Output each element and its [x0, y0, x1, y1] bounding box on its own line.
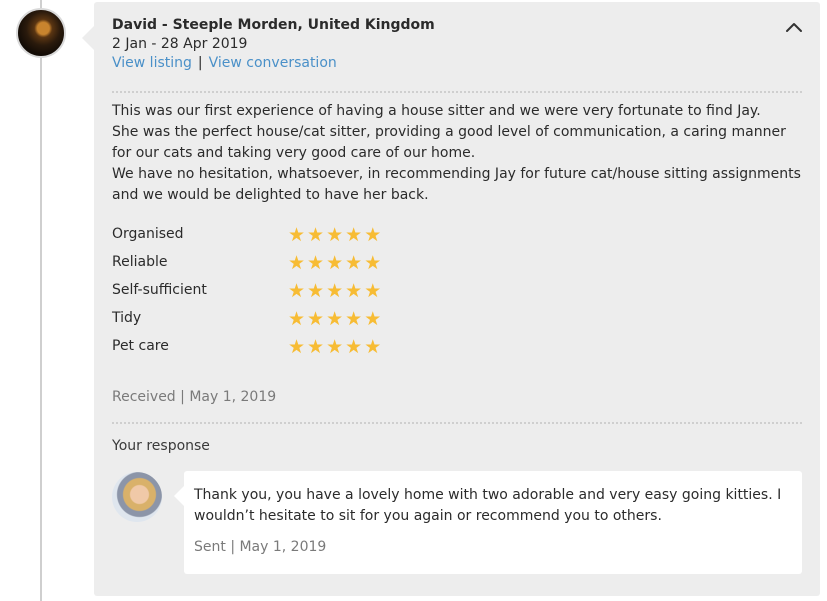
- ratings-list: Organised ★★★★★ Reliable ★★★★★ Self-suff…: [112, 224, 412, 364]
- link-separator: |: [197, 55, 203, 71]
- star-icon: ★: [364, 224, 384, 246]
- star-icon: ★: [326, 336, 346, 358]
- review-dates: 2 Jan - 28 Apr 2019: [112, 36, 248, 52]
- divider: [112, 422, 802, 424]
- star-icon: ★: [307, 252, 327, 274]
- star-icon: ★: [326, 224, 346, 246]
- rating-row-reliable: Reliable ★★★★★: [112, 252, 412, 280]
- bubble-pointer: [174, 486, 184, 506]
- star-icon: ★: [288, 336, 308, 358]
- responder-avatar: [112, 472, 162, 522]
- rating-label: Organised: [112, 226, 184, 242]
- star-icon: ★: [288, 308, 308, 330]
- star-icon: ★: [345, 280, 365, 302]
- rating-label: Pet care: [112, 338, 169, 354]
- star-icon: ★: [364, 336, 384, 358]
- star-icon: ★: [345, 224, 365, 246]
- divider: [112, 91, 802, 93]
- star-icon: ★: [307, 308, 327, 330]
- response-text: Thank you, you have a lovely home with t…: [194, 487, 782, 524]
- star-icon: ★: [288, 280, 308, 302]
- review-text: This was our first experience of having …: [112, 101, 804, 206]
- chevron-up-icon: [786, 23, 802, 32]
- star-icon: ★: [364, 308, 384, 330]
- star-icon: ★: [307, 224, 327, 246]
- review-paragraph: This was our first experience of having …: [112, 103, 761, 119]
- review-card: David - Steeple Morden, United Kingdom 2…: [94, 2, 820, 596]
- rating-label: Tidy: [112, 310, 142, 326]
- star-rating: ★★★★★: [288, 336, 383, 358]
- received-date: Received | May 1, 2019: [112, 389, 277, 405]
- star-icon: ★: [288, 252, 308, 274]
- timeline-line: [40, 0, 42, 601]
- star-icon: ★: [307, 336, 327, 358]
- review-paragraph: We have no hesitation, whatsoever, in re…: [112, 166, 801, 203]
- review-links: View listing | View conversation: [112, 55, 337, 71]
- star-rating: ★★★★★: [288, 252, 383, 274]
- star-icon: ★: [345, 336, 365, 358]
- rating-row-pet-care: Pet care ★★★★★: [112, 336, 412, 364]
- star-rating: ★★★★★: [288, 308, 383, 330]
- star-icon: ★: [288, 224, 308, 246]
- response-bubble: Thank you, you have a lovely home with t…: [184, 471, 802, 574]
- star-icon: ★: [345, 252, 365, 274]
- rating-row-tidy: Tidy ★★★★★: [112, 308, 412, 336]
- rating-row-self-sufficient: Self-sufficient ★★★★★: [112, 280, 412, 308]
- star-icon: ★: [326, 308, 346, 330]
- view-conversation-link[interactable]: View conversation: [209, 55, 337, 71]
- star-icon: ★: [326, 280, 346, 302]
- star-icon: ★: [307, 280, 327, 302]
- star-rating: ★★★★★: [288, 280, 383, 302]
- star-icon: ★: [364, 280, 384, 302]
- star-icon: ★: [326, 252, 346, 274]
- card-pointer: [82, 26, 94, 50]
- collapse-button[interactable]: [782, 16, 806, 40]
- review-paragraph: She was the perfect house/cat sitter, pr…: [112, 124, 786, 161]
- rating-label: Self-sufficient: [112, 282, 207, 298]
- star-icon: ★: [345, 308, 365, 330]
- star-icon: ★: [364, 252, 384, 274]
- star-rating: ★★★★★: [288, 224, 383, 246]
- reviewer-avatar: [16, 8, 66, 58]
- view-listing-link[interactable]: View listing: [112, 55, 192, 71]
- review-author: David - Steeple Morden, United Kingdom: [112, 17, 435, 33]
- rating-row-organised: Organised ★★★★★: [112, 224, 412, 252]
- rating-label: Reliable: [112, 254, 168, 270]
- sent-date: Sent | May 1, 2019: [194, 539, 327, 555]
- response-label: Your response: [112, 438, 210, 454]
